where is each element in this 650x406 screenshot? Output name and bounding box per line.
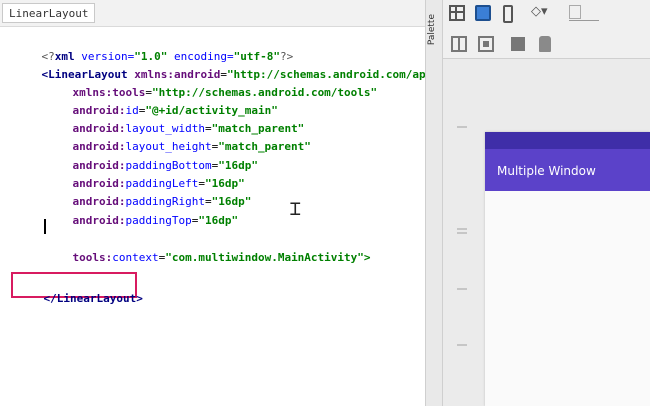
design-preview-panel[interactable]: ◇▾ Multiple Window <box>443 0 650 406</box>
pan-icon[interactable] <box>539 36 551 52</box>
status-bar <box>485 132 650 149</box>
breadcrumb-bar: LinearLayout <box>0 0 425 27</box>
code-token: tools: <box>72 251 113 264</box>
code-token: paddingTop <box>125 214 192 227</box>
design-toolbar: ◇▾ <box>443 0 650 59</box>
palette-tab[interactable]: Palette <box>427 14 437 45</box>
ruler-mark <box>457 232 467 234</box>
device-icon[interactable] <box>569 5 599 21</box>
ruler-mark <box>457 126 467 128</box>
grid-icon[interactable] <box>451 36 467 52</box>
code-token: </LinearLayout> <box>43 292 143 305</box>
palette-tool-strip[interactable]: Palette <box>425 0 443 406</box>
ruler-mark <box>457 288 467 290</box>
code-token: "com.multiwindow.MainActivity"> <box>165 251 371 264</box>
zoom-icon[interactable] <box>511 37 525 51</box>
ibeam-cursor-icon: Ꮖ <box>290 200 302 220</box>
device-preview[interactable]: Multiple Window <box>485 132 650 406</box>
code-token: "16dp" <box>198 214 239 227</box>
code-line-close[interactable]: </LinearLayout> <box>17 278 143 320</box>
align-icon[interactable] <box>478 36 494 52</box>
theme-icon[interactable]: ◇▾ <box>531 4 555 20</box>
layout-icon[interactable] <box>449 5 465 21</box>
ruler-mark <box>457 228 467 230</box>
xml-editor[interactable]: LinearLayout <?xml version="1.0" encodin… <box>0 0 425 406</box>
text-caret <box>44 219 46 234</box>
orientation-icon[interactable] <box>503 5 513 23</box>
code-token: context <box>112 251 159 264</box>
code-line-10[interactable]: android:paddingTop="16dp" <box>46 200 239 242</box>
ruler-mark <box>457 344 467 346</box>
app-title: Multiple Window <box>497 164 596 178</box>
breadcrumb[interactable]: LinearLayout <box>2 3 96 23</box>
code-token: android: <box>72 214 126 227</box>
app-bar: Multiple Window <box>485 149 650 191</box>
blueprint-icon[interactable] <box>475 5 491 21</box>
